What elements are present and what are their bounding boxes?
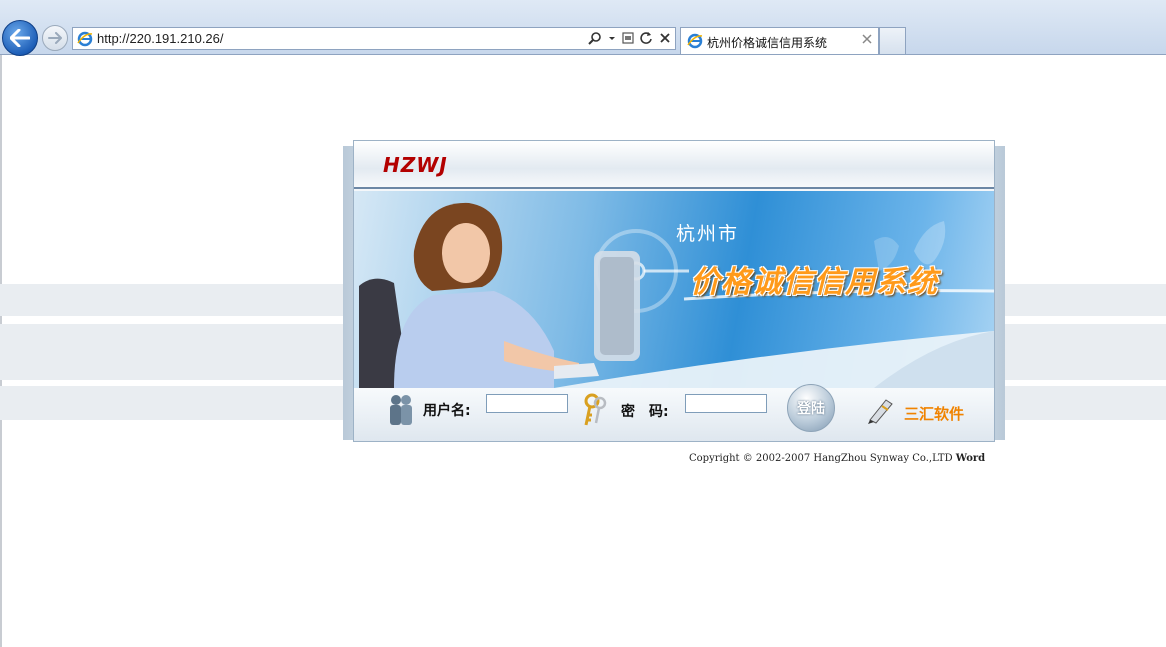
forward-button[interactable] [42,25,68,51]
browser-toolbar: http://220.191.210.26/ 杭州价格诚信信用系统 [0,0,1166,56]
password-input[interactable] [685,394,767,413]
refresh-icon[interactable] [640,31,653,45]
search-icon[interactable] [588,31,602,45]
banner-title: 价格诚信信用系统 [690,265,938,300]
forward-arrow-icon [48,32,62,44]
username-label: 用户名: [423,403,471,419]
password-label: 密 码: [621,404,669,420]
panel-header: HZWJ [354,141,994,189]
login-panel: HZWJ 杭州市 价格诚信信用系统 用户名: 密 码: 登陆 三汇软件 [353,140,995,442]
login-button[interactable]: 登陆 [787,384,835,432]
copyright-main: Copyright © 2002-2007 HangZhou Synway Co… [689,453,953,464]
banner-image: 杭州市 价格诚信信用系统 [354,191,994,388]
ie-icon [687,33,703,49]
stop-icon[interactable] [659,31,671,45]
username-input[interactable] [486,394,568,413]
url-text[interactable]: http://220.191.210.26/ [97,31,224,46]
tab-title: 杭州价格诚信信用系统 [707,36,828,50]
close-icon[interactable] [861,33,873,45]
pen-icon [868,399,893,424]
ie-icon [77,31,93,47]
address-bar[interactable]: http://220.191.210.26/ [72,27,676,50]
brand-logo: HZWJ [383,153,448,177]
back-arrow-icon [10,29,30,47]
compat-icon[interactable] [622,31,634,45]
users-icon [390,395,412,425]
keys-icon [584,393,607,426]
browser-tab[interactable]: 杭州价格诚信信用系统 [680,27,879,54]
new-tab-button[interactable] [879,27,906,54]
vendor-name: 三汇软件 [904,405,965,423]
banner-subtitle: 杭州市 [676,223,740,245]
dropdown-icon[interactable] [608,31,616,45]
copyright-tail: Word [955,453,986,464]
back-button[interactable] [2,20,38,56]
copyright-text: Copyright © 2002-2007 HangZhou Synway Co… [689,453,985,464]
